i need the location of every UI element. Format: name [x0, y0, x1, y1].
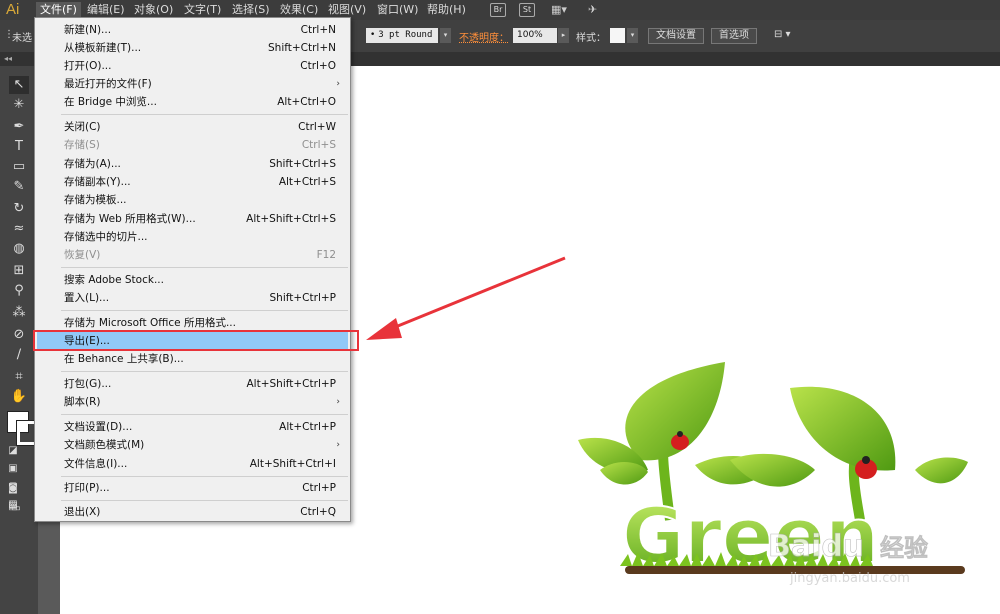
- menu-item-place[interactable]: 置入(L)... Shift+Ctrl+P: [37, 289, 348, 307]
- menu-separator: [61, 371, 348, 372]
- menu-separator: [61, 476, 348, 477]
- menu-item-file-info[interactable]: 文件信息(I)... Alt+Shift+Ctrl+I: [37, 455, 348, 473]
- menu-item-save-as-template[interactable]: 存储为模板...: [37, 191, 348, 209]
- menu-item-save-as[interactable]: 存储为(A)... Shift+Ctrl+S: [37, 155, 348, 173]
- menu-item-save-copy[interactable]: 存储副本(Y)... Alt+Ctrl+S: [37, 173, 348, 191]
- ladybug-head: [677, 431, 683, 437]
- leaf: [790, 386, 896, 471]
- menu-item-save-selected-slices[interactable]: 存储选中的切片...: [37, 228, 348, 246]
- menu-item-document-color-mode[interactable]: 文档颜色模式(M) ›: [37, 436, 348, 454]
- export-highlight-box: [33, 330, 359, 351]
- menu-separator: [61, 414, 348, 415]
- menu-item-document-setup[interactable]: 文档设置(D)... Alt+Ctrl+P: [37, 418, 348, 436]
- watermark-url: jingyan.baidu.com: [789, 571, 910, 586]
- menu-item-save-for-web[interactable]: 存储为 Web 所用格式(W)... Alt+Shift+Ctrl+S: [37, 210, 348, 228]
- watermark-brand: Baidu: [768, 529, 864, 564]
- ladybug-head: [862, 456, 870, 464]
- menu-item-share-on-behance[interactable]: 在 Behance 上共享(B)...: [37, 350, 348, 368]
- annotation-arrow: [366, 256, 566, 340]
- menu-item-exit[interactable]: 退出(X) Ctrl+Q: [37, 503, 348, 521]
- menu-item-scripts[interactable]: 脚本(R) ›: [37, 393, 348, 411]
- menu-separator: [61, 267, 348, 268]
- menu-item-save: 存储(S) Ctrl+S: [64, 139, 336, 151]
- menu-separator: [61, 310, 348, 311]
- menu-item-close[interactable]: 关闭(C) Ctrl+W: [37, 118, 348, 136]
- submenu-arrow-icon: ›: [336, 79, 340, 89]
- menu-item-open[interactable]: 打开(O)... Ctrl+O: [37, 57, 348, 75]
- baidu-watermark: Baidu 经验 jingyan.baidu.com: [768, 529, 929, 586]
- submenu-arrow-icon: ›: [336, 397, 340, 407]
- menu-item-revert: 恢复(V) F12: [64, 249, 336, 261]
- menu-separator: [61, 114, 348, 115]
- menu-item-new[interactable]: 新建(N)... Ctrl+N: [37, 21, 348, 39]
- leaf: [915, 457, 968, 484]
- menu-item-package[interactable]: 打包(G)... Alt+Shift+Ctrl+P: [37, 375, 348, 393]
- menu-item-new-from-template[interactable]: 从模板新建(T)... Shift+Ctrl+N: [37, 39, 348, 57]
- watermark-suffix: 经验: [880, 534, 928, 562]
- submenu-arrow-icon: ›: [336, 440, 340, 450]
- file-menu-dropdown: 新建(N)... Ctrl+N 从模板新建(T)... Shift+Ctrl+N 打…: [34, 17, 351, 522]
- menu-separator: [61, 500, 348, 501]
- menu-item-browse-in-bridge[interactable]: 在 Bridge 中浏览... Alt+Ctrl+O: [37, 93, 348, 111]
- menu-item-open-recent[interactable]: 最近打开的文件(F) ›: [37, 75, 348, 93]
- menu-item-print[interactable]: 打印(P)... Ctrl+P: [37, 479, 348, 497]
- menu-item-search-adobe-stock[interactable]: 搜索 Adobe Stock...: [37, 271, 348, 289]
